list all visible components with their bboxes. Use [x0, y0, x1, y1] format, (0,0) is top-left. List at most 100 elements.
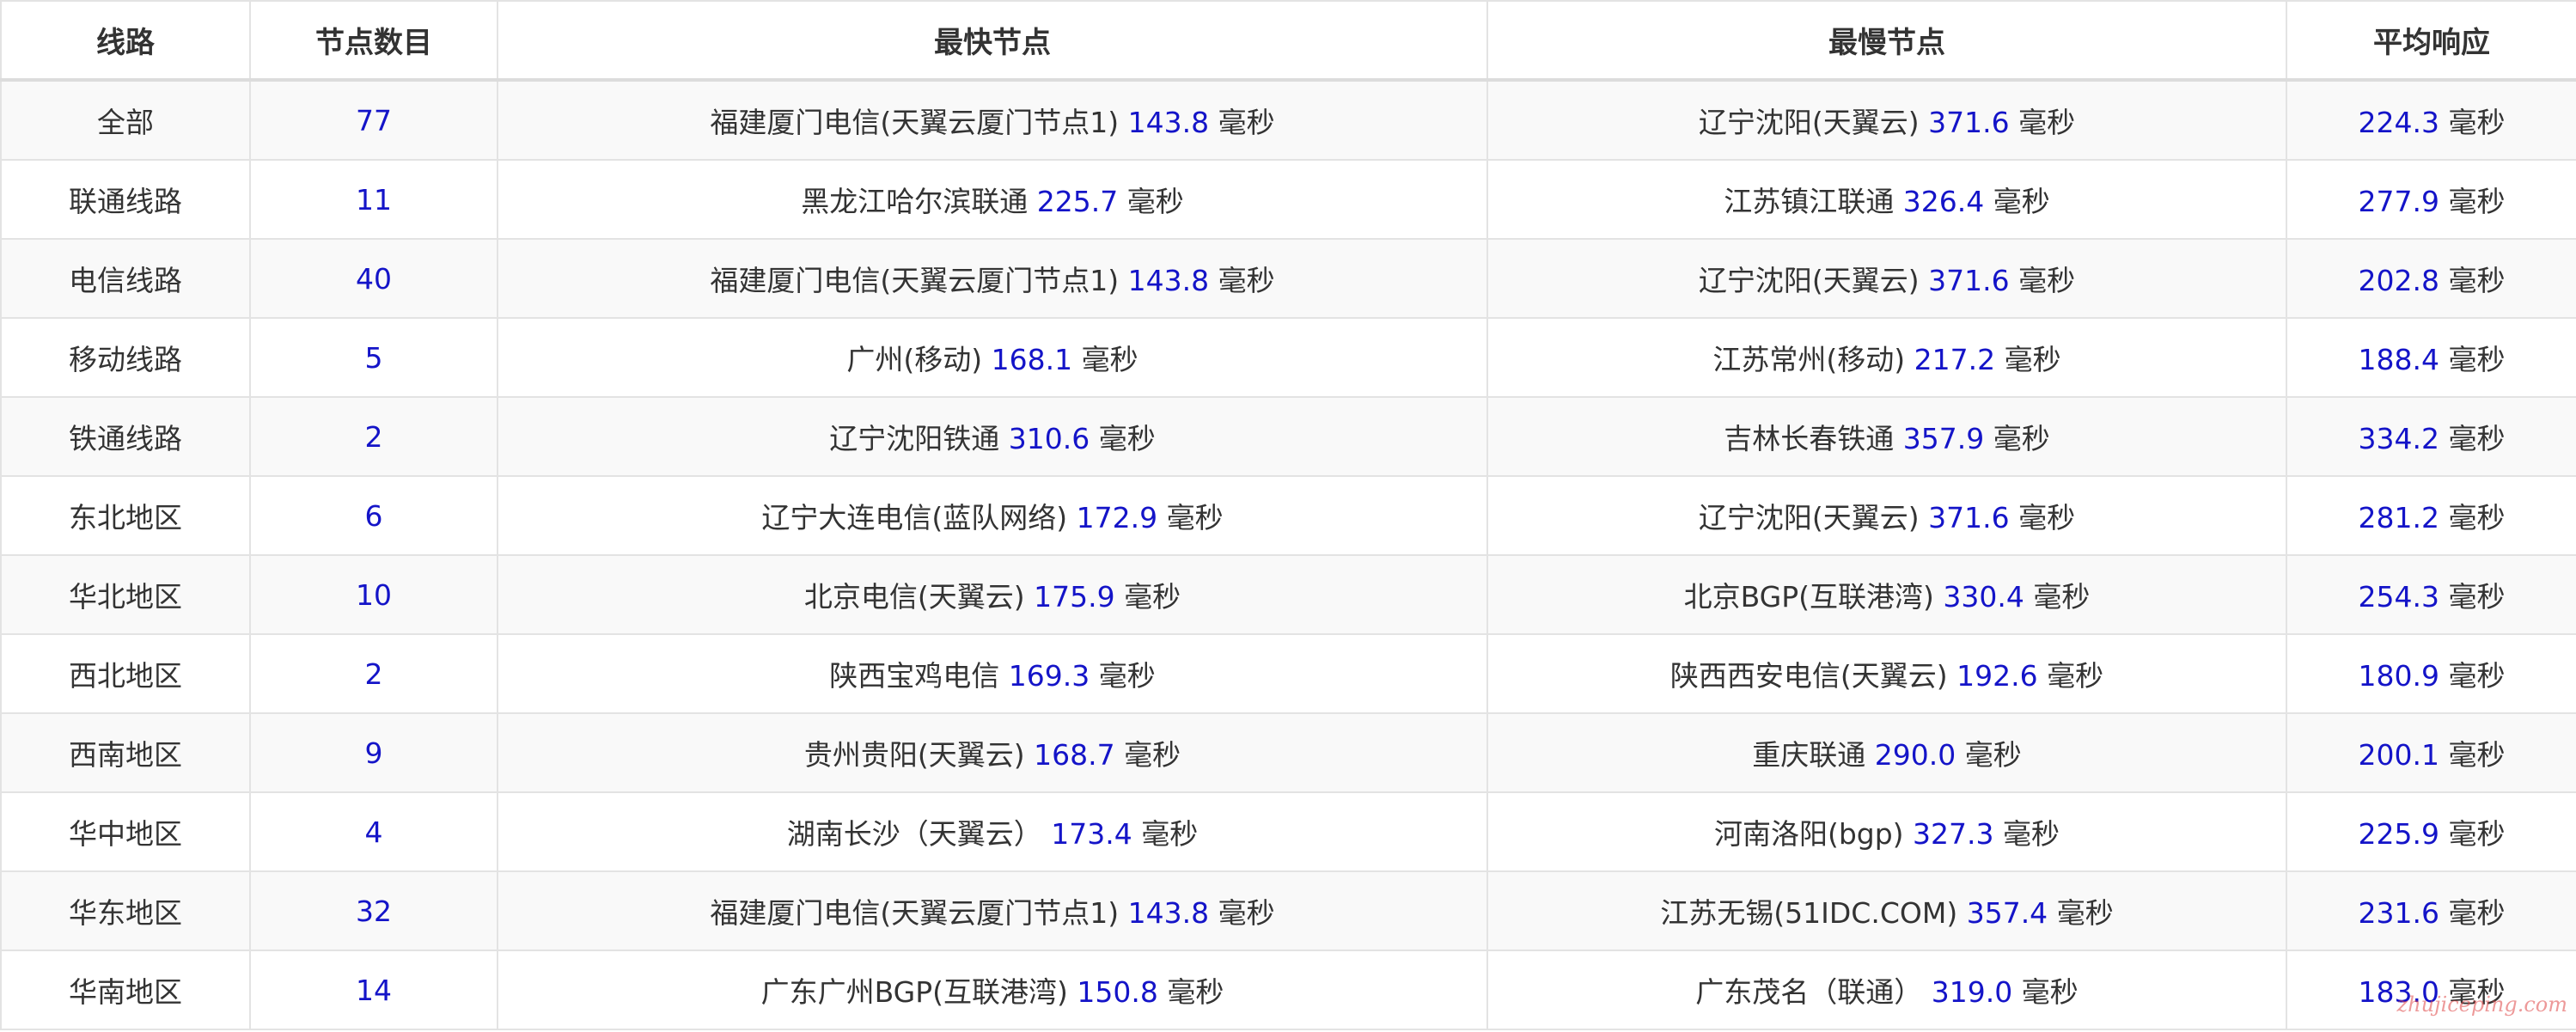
fastest-node-ms: 310.6 — [1008, 422, 1090, 455]
fastest-node-name: 北京电信(天翼云) — [803, 580, 1025, 614]
cell-fastest-node: 广东广州BGP(互联港湾) 150.8 毫秒 — [497, 950, 1488, 1030]
cell-line: 西南地区 — [0, 712, 251, 793]
cell-slowest-node: 陕西西安电信(天翼云) 192.6 毫秒 — [1486, 633, 2287, 714]
unit-label: 毫秒 — [1098, 659, 1156, 693]
cell-fastest-node: 福建厦门电信(天翼云厦门节点1) 143.8 毫秒 — [497, 79, 1488, 161]
cell-average-response: 277.9 毫秒 — [2286, 159, 2576, 240]
average-response-ms: 225.9 — [2358, 817, 2439, 851]
unit-label: 毫秒 — [2448, 106, 2506, 139]
fastest-node-ms: 175.9 — [1034, 580, 1115, 614]
cell-fastest-node: 黑龙江哈尔滨联通 225.7 毫秒 — [497, 159, 1488, 240]
slowest-node-name: 陕西西安电信(天翼云) — [1670, 659, 1948, 693]
slowest-node-name: 辽宁沈阳(天翼云) — [1698, 106, 1920, 139]
unit-label: 毫秒 — [2056, 896, 2114, 930]
slowest-node-name: 河南洛阳(bgp) — [1713, 817, 1904, 851]
cell-node-count: 77 — [249, 79, 498, 161]
cell-line: 华北地区 — [0, 554, 251, 635]
cell-slowest-node: 重庆联通 290.0 毫秒 — [1486, 712, 2287, 793]
unit-label: 毫秒 — [2448, 817, 2506, 851]
fastest-node-name: 福建厦门电信(天翼云厦门节点1) — [710, 106, 1120, 139]
cell-average-response: 334.2 毫秒 — [2286, 396, 2576, 477]
cell-fastest-node: 福建厦门电信(天翼云厦门节点1) 143.8 毫秒 — [497, 238, 1488, 319]
average-response-ms: 281.2 — [2358, 501, 2439, 534]
unit-label: 毫秒 — [1098, 422, 1156, 455]
fastest-node-name: 广东广州BGP(互联港湾) — [760, 975, 1068, 1009]
table-row: 西南地区 9 贵州贵阳(天翼云) 168.7 毫秒 重庆联通 290.0 毫秒 200.… — [0, 712, 2576, 793]
cell-line: 华南地区 — [0, 950, 251, 1030]
cell-fastest-node: 辽宁大连电信(蓝队网络) 172.9 毫秒 — [497, 475, 1488, 556]
unit-label: 毫秒 — [2018, 264, 2076, 297]
unit-label: 毫秒 — [2004, 343, 2061, 376]
slowest-node-name: 江苏镇江联通 — [1724, 185, 1895, 218]
unit-label: 毫秒 — [1218, 264, 1275, 297]
fastest-node-name: 辽宁沈阳铁通 — [829, 422, 1000, 455]
cell-node-count: 5 — [249, 317, 498, 398]
table-row: 华东地区 32 福建厦门电信(天翼云厦门节点1) 143.8 毫秒 江苏无锡(51ID… — [0, 870, 2576, 951]
cell-average-response: 224.3 毫秒 — [2286, 79, 2576, 161]
slowest-node-name: 重庆联通 — [1752, 738, 1866, 772]
cell-slowest-node: 辽宁沈阳(天翼云) 371.6 毫秒 — [1486, 475, 2287, 556]
cell-fastest-node: 贵州贵阳(天翼云) 168.7 毫秒 — [497, 712, 1488, 793]
unit-label: 毫秒 — [2033, 580, 2091, 614]
cell-average-response: 200.1 毫秒 — [2286, 712, 2576, 793]
cell-line: 全部 — [0, 79, 251, 161]
header-slowest-node: 最慢节点 — [1486, 0, 2287, 82]
cell-average-response: 188.4 毫秒 — [2286, 317, 2576, 398]
cell-node-count: 14 — [249, 950, 498, 1030]
cell-node-count: 2 — [249, 633, 498, 714]
cell-slowest-node: 北京BGP(互联港湾) 330.4 毫秒 — [1486, 554, 2287, 635]
cell-line: 华东地区 — [0, 870, 251, 951]
average-response-ms: 254.3 — [2358, 580, 2439, 614]
table-row: 电信线路 40 福建厦门电信(天翼云厦门节点1) 143.8 毫秒 辽宁沈阳(天翼云)… — [0, 238, 2576, 319]
unit-label: 毫秒 — [2448, 264, 2506, 297]
unit-label: 毫秒 — [1167, 975, 1224, 1009]
unit-label: 毫秒 — [1124, 738, 1181, 772]
fastest-node-ms: 168.7 — [1034, 738, 1115, 772]
average-response-ms: 202.8 — [2358, 264, 2439, 297]
fastest-node-name: 福建厦门电信(天翼云厦门节点1) — [710, 264, 1120, 297]
slowest-node-name: 北京BGP(互联港湾) — [1683, 580, 1934, 614]
cell-line: 铁通线路 — [0, 396, 251, 477]
cell-node-count: 6 — [249, 475, 498, 556]
fastest-node-ms: 172.9 — [1076, 501, 1158, 534]
slowest-node-ms: 357.4 — [1966, 896, 2048, 930]
unit-label: 毫秒 — [2047, 659, 2104, 693]
table-header-row: 线路 节点数目 最快节点 最慢节点 平均响应 — [0, 0, 2576, 82]
ping-stats-table: 线路 节点数目 最快节点 最慢节点 平均响应 全部 77 福建厦门电信(天翼云厦门节… — [0, 0, 2576, 1030]
slowest-node-ms: 217.2 — [1914, 343, 1996, 376]
cell-node-count: 32 — [249, 870, 498, 951]
fastest-node-name: 广州(移动) — [846, 343, 983, 376]
unit-label: 毫秒 — [2018, 106, 2076, 139]
cell-node-count: 9 — [249, 712, 498, 793]
average-response-ms: 334.2 — [2358, 422, 2439, 455]
cell-average-response: 180.9 毫秒 — [2286, 633, 2576, 714]
cell-fastest-node: 福建厦门电信(天翼云厦门节点1) 143.8 毫秒 — [497, 870, 1488, 951]
fastest-node-name: 陕西宝鸡电信 — [829, 659, 1000, 693]
fastest-node-ms: 150.8 — [1077, 975, 1158, 1009]
cell-fastest-node: 北京电信(天翼云) 175.9 毫秒 — [497, 554, 1488, 635]
fastest-node-ms: 169.3 — [1008, 659, 1090, 693]
cell-line: 东北地区 — [0, 475, 251, 556]
cell-line: 华中地区 — [0, 791, 251, 872]
cell-line: 电信线路 — [0, 238, 251, 319]
cell-slowest-node: 辽宁沈阳(天翼云) 371.6 毫秒 — [1486, 238, 2287, 319]
header-average-response: 平均响应 — [2286, 0, 2576, 82]
slowest-node-ms: 330.4 — [1943, 580, 2024, 614]
slowest-node-name: 辽宁沈阳(天翼云) — [1698, 501, 1920, 534]
unit-label: 毫秒 — [2448, 185, 2506, 218]
table-body: 全部 77 福建厦门电信(天翼云厦门节点1) 143.8 毫秒 辽宁沈阳(天翼云) 3… — [0, 79, 2576, 1030]
fastest-node-ms: 173.4 — [1051, 817, 1132, 851]
slowest-node-ms: 326.4 — [1902, 185, 1985, 218]
table-row: 联通线路 11 黑龙江哈尔滨联通 225.7 毫秒 江苏镇江联通 326.4 毫秒 27… — [0, 159, 2576, 240]
unit-label: 毫秒 — [2448, 580, 2506, 614]
unit-label: 毫秒 — [1218, 106, 1275, 139]
unit-label: 毫秒 — [1166, 501, 1224, 534]
unit-label: 毫秒 — [1218, 896, 1275, 930]
slowest-node-name: 江苏无锡(51IDC.COM) — [1660, 896, 1958, 930]
fastest-node-ms: 143.8 — [1127, 106, 1210, 139]
header-node-count: 节点数目 — [249, 0, 498, 82]
table-row: 西北地区 2 陕西宝鸡电信 169.3 毫秒 陕西西安电信(天翼云) 192.6 毫秒… — [0, 633, 2576, 714]
table-row: 东北地区 6 辽宁大连电信(蓝队网络) 172.9 毫秒 辽宁沈阳(天翼云) 371.… — [0, 475, 2576, 556]
cell-node-count: 2 — [249, 396, 498, 477]
average-response-ms: 224.3 — [2358, 106, 2439, 139]
